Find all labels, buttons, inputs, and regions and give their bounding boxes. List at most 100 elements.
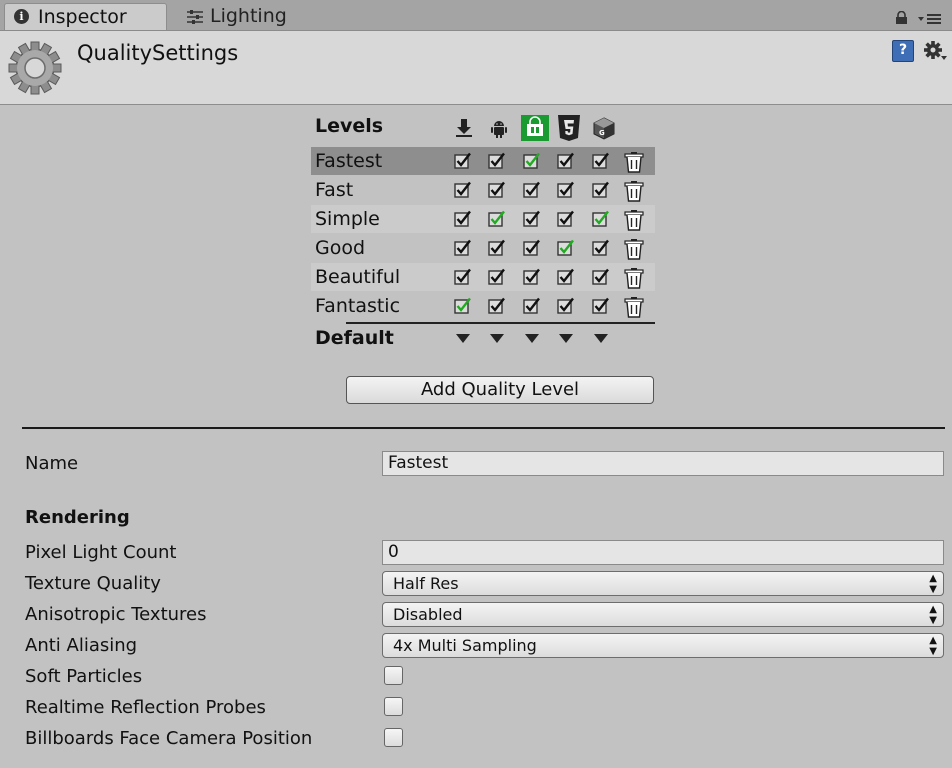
platform-checkbox[interactable] <box>592 268 610 286</box>
platform-checkbox[interactable] <box>523 152 541 170</box>
level-row-fast[interactable]: Fast <box>311 176 655 204</box>
platform-checkbox[interactable] <box>557 152 575 170</box>
level-name: Beautiful <box>315 266 401 288</box>
default-level-dropdown-arrow-icon[interactable] <box>593 333 609 344</box>
platform-checkbox[interactable] <box>454 181 472 199</box>
gear-icon <box>8 41 62 95</box>
anisotropic-textures-value: Disabled <box>393 605 463 624</box>
billboards-face-camera-label: Billboards Face Camera Position <box>25 728 313 749</box>
tab-menu-icon[interactable] <box>918 13 942 25</box>
platform-checkbox[interactable] <box>523 210 541 228</box>
levels-divider <box>346 322 655 324</box>
platform-checkbox[interactable] <box>488 152 506 170</box>
texture-quality-label: Texture Quality <box>25 573 161 594</box>
platform-checkbox[interactable] <box>454 210 472 228</box>
android-icon <box>491 121 507 138</box>
anisotropic-textures-label: Anisotropic Textures <box>25 604 207 625</box>
tab-bar: i Inspector Lighting <box>0 0 952 31</box>
level-name: Fantastic <box>315 295 401 317</box>
platform-checkbox[interactable] <box>523 268 541 286</box>
level-row-beautiful[interactable]: Beautiful <box>311 263 655 291</box>
inspector-header: QualitySettings ? <box>0 31 952 105</box>
tab-lighting[interactable]: Lighting <box>180 3 320 30</box>
anti-aliasing-value: 4x Multi Sampling <box>393 636 537 655</box>
platform-checkbox[interactable] <box>454 152 472 170</box>
platform-checkbox[interactable] <box>557 297 575 315</box>
level-name: Simple <box>315 208 380 230</box>
levels-heading: Levels <box>315 115 384 137</box>
platform-checkbox[interactable] <box>557 210 575 228</box>
name-field[interactable]: Fastest <box>382 451 944 476</box>
trash-icon[interactable] <box>624 296 644 318</box>
webgl-cube-icon: G <box>593 117 615 140</box>
level-row-fastest[interactable]: Fastest <box>311 147 655 175</box>
platform-checkbox[interactable] <box>592 210 610 228</box>
component-settings-icon[interactable] <box>922 39 948 65</box>
html5-icon <box>558 115 580 141</box>
anti-aliasing-label: Anti Aliasing <box>25 635 138 656</box>
tab-lighting-label: Lighting <box>210 5 287 27</box>
add-quality-level-button[interactable]: Add Quality Level <box>346 376 654 404</box>
name-label: Name <box>25 453 79 474</box>
rendering-heading: Rendering <box>25 507 130 528</box>
updown-arrows-icon: ▲ ▼ <box>929 604 937 626</box>
platform-checkbox[interactable] <box>557 268 575 286</box>
texture-quality-dropdown[interactable]: Half Res ▲ ▼ <box>382 571 944 596</box>
info-icon: i <box>14 9 29 24</box>
default-level-dropdown-arrow-icon[interactable] <box>558 333 574 344</box>
trash-icon[interactable] <box>624 151 644 173</box>
updown-arrows-icon: ▲ ▼ <box>929 573 937 595</box>
level-name: Fastest <box>315 150 383 172</box>
platform-checkbox[interactable] <box>454 268 472 286</box>
tab-inspector[interactable]: i Inspector <box>4 3 167 30</box>
platform-checkbox[interactable] <box>454 297 472 315</box>
platform-checkbox[interactable] <box>592 239 610 257</box>
soft-particles-checkbox[interactable] <box>384 666 403 685</box>
platform-checkbox[interactable] <box>488 181 506 199</box>
platform-checkbox[interactable] <box>488 239 506 257</box>
pixel-light-count-label: Pixel Light Count <box>25 542 177 563</box>
platform-checkbox[interactable] <box>523 239 541 257</box>
svg-text:G: G <box>599 129 605 137</box>
level-row-fantastic[interactable]: Fantastic <box>311 292 655 320</box>
anti-aliasing-dropdown[interactable]: 4x Multi Sampling ▲ ▼ <box>382 633 944 658</box>
trash-icon[interactable] <box>624 238 644 260</box>
platform-checkbox[interactable] <box>488 268 506 286</box>
platform-checkbox[interactable] <box>523 297 541 315</box>
updown-arrows-icon: ▲ ▼ <box>929 635 937 657</box>
billboards-face-camera-checkbox[interactable] <box>384 728 403 747</box>
help-book-icon[interactable]: ? <box>892 40 914 62</box>
realtime-reflection-probes-checkbox[interactable] <box>384 697 403 716</box>
trash-icon[interactable] <box>624 267 644 289</box>
platform-checkbox[interactable] <box>488 210 506 228</box>
default-heading: Default <box>315 327 394 349</box>
level-name: Good <box>315 237 366 259</box>
default-level-dropdown-arrow-icon[interactable] <box>524 333 540 344</box>
tab-inspector-label: Inspector <box>38 6 127 28</box>
trash-icon[interactable] <box>624 209 644 231</box>
platform-checkbox[interactable] <box>592 297 610 315</box>
platform-checkbox[interactable] <box>592 181 610 199</box>
texture-quality-value: Half Res <box>393 574 459 593</box>
realtime-reflection-probes-label: Realtime Reflection Probes <box>25 697 266 718</box>
sliders-icon <box>187 10 203 24</box>
platform-checkbox[interactable] <box>557 181 575 199</box>
level-name: Fast <box>315 179 354 201</box>
default-level-dropdown-arrow-icon[interactable] <box>455 333 471 344</box>
platform-checkbox[interactable] <box>557 239 575 257</box>
component-title: QualitySettings <box>77 41 239 65</box>
platform-checkbox[interactable] <box>488 297 506 315</box>
soft-particles-label: Soft Particles <box>25 666 143 687</box>
anisotropic-textures-dropdown[interactable]: Disabled ▲ ▼ <box>382 602 944 627</box>
default-level-dropdown-arrow-icon[interactable] <box>489 333 505 344</box>
platform-checkbox[interactable] <box>523 181 541 199</box>
section-divider <box>22 427 945 429</box>
level-row-simple[interactable]: Simple <box>311 205 655 233</box>
lock-icon[interactable] <box>895 11 908 24</box>
platform-checkbox[interactable] <box>454 239 472 257</box>
trash-icon[interactable] <box>624 180 644 202</box>
standalone-download-icon <box>456 119 472 137</box>
pixel-light-count-field[interactable]: 0 <box>382 540 944 565</box>
level-row-good[interactable]: Good <box>311 234 655 262</box>
platform-checkbox[interactable] <box>592 152 610 170</box>
